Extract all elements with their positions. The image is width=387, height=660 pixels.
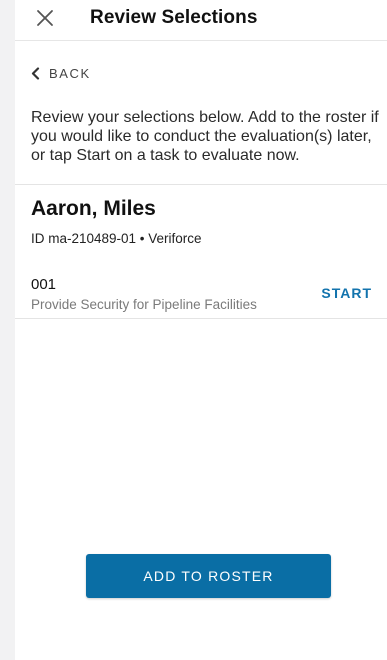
add-to-roster-button[interactable]: ADD TO ROSTER bbox=[86, 554, 331, 598]
task-row: 001 Provide Security for Pipeline Facili… bbox=[15, 270, 387, 318]
chevron-left-icon bbox=[31, 66, 49, 80]
back-link[interactable]: BACK bbox=[31, 64, 91, 82]
start-task-button[interactable]: START bbox=[321, 285, 372, 301]
divider bbox=[15, 184, 387, 185]
task-description: Provide Security for Pipeline Facilities bbox=[31, 297, 257, 312]
back-label: BACK bbox=[49, 65, 91, 81]
header-bar: Review Selections bbox=[15, 0, 387, 41]
review-selections-panel: Review Selections BACK Review your selec… bbox=[15, 0, 387, 660]
instructions-text: Review your selections below. Add to the… bbox=[31, 109, 379, 164]
person-name: Aaron, Miles bbox=[31, 197, 156, 220]
task-code: 001 bbox=[31, 276, 57, 293]
person-id-company: ID ma-210489-01 • Veriforce bbox=[31, 231, 202, 246]
divider bbox=[15, 318, 387, 319]
close-icon bbox=[33, 6, 57, 30]
close-button[interactable] bbox=[33, 6, 57, 30]
add-to-roster-label: ADD TO ROSTER bbox=[143, 568, 274, 584]
page-title: Review Selections bbox=[90, 7, 258, 28]
